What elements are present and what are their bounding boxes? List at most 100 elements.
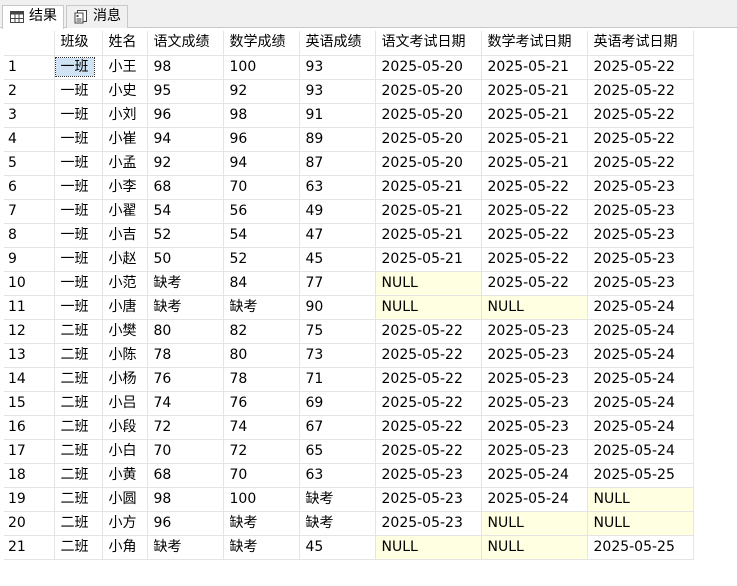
column-header[interactable]: 语文成绩 — [147, 31, 224, 56]
row-number[interactable]: 16 — [4, 415, 55, 440]
column-header[interactable]: 数学考试日期 — [481, 31, 588, 56]
table-cell[interactable]: 70 — [223, 175, 300, 200]
table-cell[interactable]: NULL — [481, 511, 588, 536]
table-cell[interactable]: 45 — [299, 535, 376, 560]
table-cell[interactable]: 小范 — [102, 271, 148, 296]
table-cell[interactable]: 72 — [223, 439, 300, 464]
row-number[interactable]: 13 — [4, 343, 55, 368]
table-cell[interactable]: 94 — [147, 127, 224, 152]
table-cell[interactable]: 一班 — [54, 199, 103, 224]
column-header[interactable]: 班级 — [54, 31, 103, 56]
table-cell[interactable]: 2025-05-24 — [587, 319, 694, 344]
table-cell[interactable]: 2025-05-21 — [375, 247, 482, 272]
table-cell[interactable]: 68 — [147, 175, 224, 200]
table-cell[interactable]: 50 — [147, 247, 224, 272]
table-cell[interactable]: 95 — [147, 79, 224, 104]
table-cell[interactable]: NULL — [375, 271, 482, 296]
table-cell[interactable]: NULL — [375, 535, 482, 560]
table-cell[interactable]: 2025-05-21 — [481, 55, 588, 80]
table-cell[interactable]: 96 — [147, 511, 224, 536]
table-cell[interactable]: 80 — [223, 343, 300, 368]
table-cell[interactable]: 70 — [147, 439, 224, 464]
column-header[interactable]: 语文考试日期 — [375, 31, 482, 56]
table-cell[interactable]: 二班 — [54, 535, 103, 560]
table-cell[interactable]: NULL — [587, 511, 694, 536]
table-cell[interactable]: 2025-05-23 — [481, 343, 588, 368]
table-cell[interactable]: 2025-05-21 — [481, 103, 588, 128]
table-cell[interactable]: 2025-05-20 — [375, 55, 482, 80]
table-cell[interactable]: 2025-05-24 — [481, 487, 588, 512]
table-cell[interactable]: 2025-05-23 — [587, 199, 694, 224]
table-cell[interactable]: 2025-05-25 — [587, 463, 694, 488]
table-cell[interactable]: 2025-05-22 — [587, 127, 694, 152]
table-cell[interactable]: 2025-05-23 — [375, 487, 482, 512]
tab-results[interactable]: 结果 — [2, 5, 64, 29]
table-cell[interactable]: 73 — [299, 343, 376, 368]
table-cell[interactable]: 2025-05-20 — [375, 79, 482, 104]
table-cell[interactable]: 缺考 — [147, 295, 224, 320]
table-cell[interactable]: 56 — [223, 199, 300, 224]
table-cell[interactable]: 小黄 — [102, 463, 148, 488]
table-cell[interactable]: 69 — [299, 391, 376, 416]
table-cell[interactable]: 小圆 — [102, 487, 148, 512]
table-cell[interactable]: 小赵 — [102, 247, 148, 272]
table-cell[interactable]: 74 — [223, 415, 300, 440]
table-cell[interactable]: 一班 — [54, 223, 103, 248]
row-number-header[interactable] — [4, 31, 55, 56]
table-cell[interactable]: 小李 — [102, 175, 148, 200]
table-cell[interactable]: 2025-05-24 — [587, 391, 694, 416]
table-cell[interactable]: 小段 — [102, 415, 148, 440]
table-cell[interactable]: 小角 — [102, 535, 148, 560]
row-number[interactable]: 6 — [4, 175, 55, 200]
table-cell[interactable]: 63 — [299, 175, 376, 200]
table-cell[interactable]: 2025-05-23 — [481, 439, 588, 464]
table-cell[interactable]: 2025-05-21 — [375, 199, 482, 224]
table-cell[interactable]: 54 — [223, 223, 300, 248]
table-cell[interactable]: 93 — [299, 55, 376, 80]
table-cell[interactable]: 96 — [223, 127, 300, 152]
table-cell[interactable]: 71 — [299, 367, 376, 392]
table-cell[interactable]: 93 — [299, 79, 376, 104]
table-cell[interactable]: 100 — [223, 487, 300, 512]
table-cell[interactable]: 2025-05-23 — [587, 247, 694, 272]
table-cell[interactable]: 小刘 — [102, 103, 148, 128]
table-cell[interactable]: 2025-05-22 — [481, 223, 588, 248]
table-cell[interactable]: 二班 — [54, 487, 103, 512]
table-cell[interactable]: 二班 — [54, 319, 103, 344]
row-number[interactable]: 10 — [4, 271, 55, 296]
table-cell[interactable]: 2025-05-22 — [481, 247, 588, 272]
table-cell[interactable]: 缺考 — [147, 535, 224, 560]
table-cell[interactable]: 76 — [147, 367, 224, 392]
row-number[interactable]: 4 — [4, 127, 55, 152]
table-cell[interactable]: 2025-05-24 — [481, 463, 588, 488]
table-cell[interactable]: 2025-05-23 — [587, 223, 694, 248]
table-cell[interactable]: NULL — [587, 487, 694, 512]
table-cell[interactable]: 47 — [299, 223, 376, 248]
row-number[interactable]: 17 — [4, 439, 55, 464]
table-cell[interactable]: 2025-05-21 — [481, 79, 588, 104]
table-cell[interactable]: 2025-05-23 — [375, 463, 482, 488]
table-cell[interactable]: 缺考 — [223, 535, 300, 560]
table-cell[interactable]: 2025-05-23 — [587, 271, 694, 296]
row-number[interactable]: 20 — [4, 511, 55, 536]
table-cell[interactable]: 52 — [223, 247, 300, 272]
table-cell[interactable]: 78 — [223, 367, 300, 392]
table-cell[interactable]: 2025-05-20 — [375, 127, 482, 152]
table-cell[interactable]: 一班 — [54, 175, 103, 200]
table-cell[interactable]: 缺考 — [299, 511, 376, 536]
table-cell[interactable]: 2025-05-23 — [587, 175, 694, 200]
table-cell[interactable]: 小崔 — [102, 127, 148, 152]
table-cell[interactable]: 2025-05-22 — [375, 391, 482, 416]
table-cell[interactable]: 缺考 — [147, 271, 224, 296]
table-cell[interactable]: 72 — [147, 415, 224, 440]
row-number[interactable]: 15 — [4, 391, 55, 416]
table-cell[interactable]: 二班 — [54, 391, 103, 416]
row-number[interactable]: 14 — [4, 367, 55, 392]
table-cell[interactable]: 45 — [299, 247, 376, 272]
table-cell[interactable]: 2025-05-20 — [375, 103, 482, 128]
table-cell[interactable]: NULL — [481, 295, 588, 320]
table-cell[interactable]: 2025-05-23 — [481, 415, 588, 440]
table-cell[interactable]: 小史 — [102, 79, 148, 104]
table-cell[interactable]: 92 — [147, 151, 224, 176]
table-cell[interactable]: 2025-05-21 — [375, 223, 482, 248]
